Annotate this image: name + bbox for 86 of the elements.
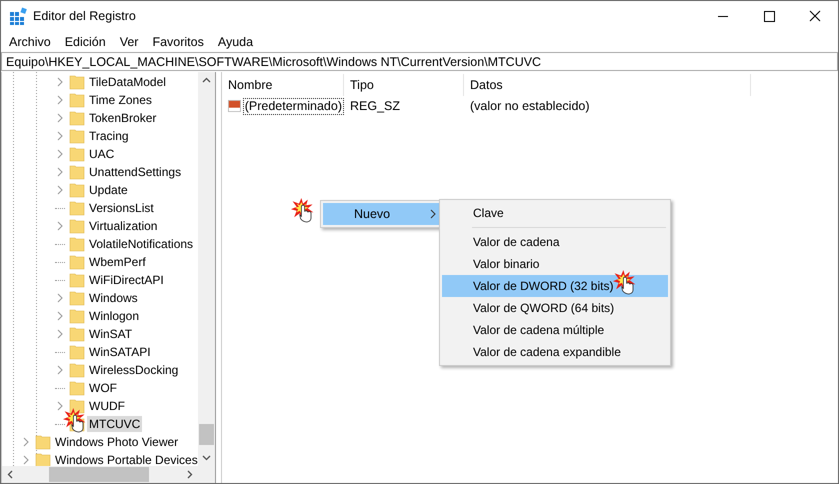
tree-item[interactable]: Update: [87, 182, 130, 198]
tree-item[interactable]: UAC: [87, 146, 116, 162]
menu-item[interactable]: Clave: [442, 202, 668, 224]
address-field[interactable]: Equipo\HKEY_LOCAL_MACHINE\SOFTWARE\Microsoft\Windows NT\CurrentVersion\MTCUVC: [1, 52, 838, 71]
tree-item[interactable]: UnattendSettings: [87, 164, 184, 180]
tree-item[interactable]: Windows Photo Viewer: [53, 434, 180, 450]
menu-item[interactable]: Valor de DWORD (32 bits): [442, 275, 668, 297]
folder-icon: [69, 128, 85, 144]
folder-icon: [69, 380, 85, 396]
chevron-icon[interactable]: [57, 221, 64, 231]
chevron-icon[interactable]: [57, 113, 64, 123]
folder-icon: [69, 344, 85, 360]
folder-icon: [69, 182, 85, 198]
click-cursor-icon: [613, 269, 637, 295]
scrollbar-thumb[interactable]: [49, 467, 149, 482]
tree-item[interactable]: Tracing: [87, 128, 131, 144]
tree-item[interactable]: Virtualization: [87, 218, 160, 234]
table-cell-text: (valor no establecido): [469, 99, 591, 113]
tree-item[interactable]: TokenBroker: [87, 110, 158, 126]
chevron-icon[interactable]: [23, 455, 30, 465]
chevron-icon[interactable]: [57, 401, 64, 411]
tree-item[interactable]: WinSATAPI: [87, 344, 153, 360]
folder-icon: [69, 146, 85, 162]
menu-item[interactable]: Valor binario: [442, 253, 668, 275]
chevron-icon[interactable]: [57, 311, 64, 321]
chevron-icon[interactable]: [57, 149, 64, 159]
chevron-icon[interactable]: [57, 95, 64, 105]
folder-icon: [69, 326, 85, 342]
folder-icon: [69, 308, 85, 324]
folder-icon: [35, 434, 51, 450]
folder-icon: [69, 218, 85, 234]
tree-item[interactable]: WUDF: [87, 398, 127, 414]
folder-icon: [69, 362, 85, 378]
column-header[interactable]: Nombre: [222, 74, 344, 96]
chevron-icon[interactable]: [57, 185, 64, 195]
tree-item[interactable]: WbemPerf: [87, 254, 148, 270]
click-cursor-icon: [291, 197, 315, 223]
menu-item[interactable]: Valor de cadena múltiple: [442, 319, 668, 341]
menu-item[interactable]: Ver: [114, 34, 144, 48]
click-cursor-icon: [63, 407, 87, 433]
chevron-icon[interactable]: [57, 167, 64, 177]
folder-icon: [69, 74, 85, 90]
column-header[interactable]: Datos: [464, 74, 751, 96]
chevron-icon[interactable]: [57, 131, 64, 141]
chevron-icon[interactable]: [57, 77, 64, 87]
tree-item[interactable]: Time Zones: [87, 92, 154, 108]
folder-icon: [69, 290, 85, 306]
chevron-icon[interactable]: [57, 293, 64, 303]
column-header[interactable]: Tipo: [344, 74, 464, 96]
chevron-icon[interactable]: [57, 365, 64, 375]
tree-item[interactable]: WiFiDirectAPI: [87, 272, 166, 288]
folder-icon: [69, 110, 85, 126]
registry-icon: [9, 7, 27, 25]
menu-item[interactable]: Archivo: [3, 34, 57, 48]
tree-item[interactable]: Winlogon: [87, 308, 142, 324]
folder-icon: [69, 254, 85, 270]
folder-icon: [69, 236, 85, 252]
string-value-icon: [228, 98, 242, 114]
tree-item[interactable]: VolatileNotifications: [87, 236, 196, 252]
tree-item[interactable]: Windows Portable Devices: [53, 452, 198, 466]
menu-item[interactable]: Valor de QWORD (64 bits): [442, 297, 668, 319]
table-cell-text: REG_SZ: [349, 99, 402, 113]
menu-item[interactable]: Ayuda: [212, 34, 260, 48]
table-cell[interactable]: (Predeterminado): [242, 98, 344, 114]
chevron-icon[interactable]: [57, 329, 64, 339]
menu-item[interactable]: Favoritos: [146, 34, 210, 48]
window-title: Editor del Registro: [33, 9, 136, 23]
folder-icon: [69, 272, 85, 288]
chevron-icon[interactable]: [23, 437, 30, 447]
folder-icon: [69, 200, 85, 216]
menu-item[interactable]: Valor de cadena expandible: [442, 341, 668, 363]
scrollbar-thumb[interactable]: [199, 424, 214, 445]
tree-item[interactable]: WinSAT: [87, 326, 134, 342]
menu-item[interactable]: Valor de cadena: [442, 231, 668, 253]
chevron-icon: [430, 209, 436, 219]
folder-icon: [69, 164, 85, 180]
tree-item[interactable]: WirelessDocking: [87, 362, 180, 378]
tree-item[interactable]: VersionsList: [87, 200, 156, 216]
tree-item[interactable]: TileDataModel: [87, 74, 168, 90]
tree-item[interactable]: WOF: [87, 380, 119, 396]
tree-item[interactable]: MTCUVC: [87, 416, 142, 432]
vertical-scrollbar[interactable]: [198, 72, 215, 466]
folder-icon: [69, 92, 85, 108]
folder-icon: [69, 398, 85, 414]
menu-item[interactable]: Edición: [58, 34, 112, 48]
tree-item[interactable]: Windows: [87, 290, 140, 306]
